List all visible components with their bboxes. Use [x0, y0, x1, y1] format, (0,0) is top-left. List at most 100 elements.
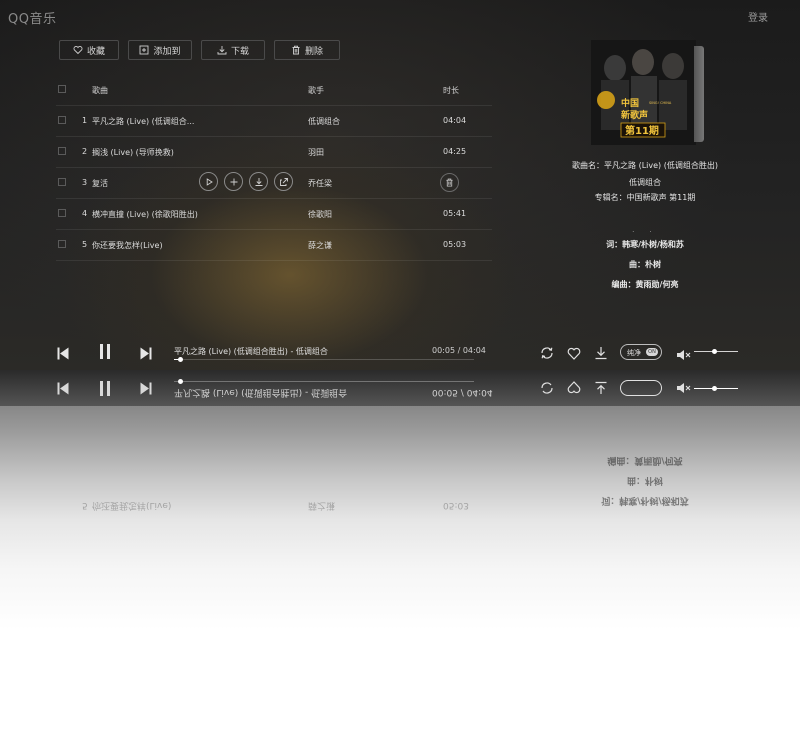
share-icon: [279, 177, 288, 186]
trash-icon: [292, 45, 300, 55]
header-singer: 歌手: [308, 86, 324, 95]
row-checkbox[interactable]: [58, 147, 66, 155]
plus-icon: [230, 178, 237, 185]
window-reflection: 平凡之路 (Live) (低调组合胜出) - 低调组合 00:05 / 04:0…: [0, 370, 800, 742]
reflection-now-playing: 平凡之路 (Live) (低调组合胜出) - 低调组合: [174, 387, 348, 397]
reflection-row-song: 你还要我怎样(Live): [92, 500, 172, 510]
row-singer[interactable]: 薛之谦: [308, 240, 332, 251]
pause-button[interactable]: [99, 344, 111, 363]
row-song-title[interactable]: 复活: [92, 178, 108, 189]
row-singer[interactable]: 乔任梁: [308, 178, 332, 189]
favorite-button[interactable]: 收藏: [59, 40, 119, 60]
row-song-title[interactable]: 搁浅 (Live) (导师挽救): [92, 147, 174, 158]
skip-back-icon: [57, 347, 69, 360]
reflection-lyricist: 词：韩寒/朴树/杨和苏: [601, 495, 689, 505]
row-index: 5: [82, 240, 88, 249]
cover-small-text: SING! CHINA: [649, 101, 672, 105]
header-duration: 时长: [443, 86, 459, 95]
row-song-title[interactable]: 平凡之路 (Live) (低调组合...: [92, 116, 194, 127]
add-box-icon: [140, 45, 149, 55]
reflection-download-icon: [595, 381, 607, 394]
row-checkbox[interactable]: [58, 209, 66, 217]
progress-track[interactable]: [174, 359, 474, 360]
row-download-button[interactable]: [249, 172, 268, 191]
arranger-credit: 编曲：黄雨勋/何亮: [611, 280, 679, 289]
download-button[interactable]: 下载: [201, 40, 265, 60]
reflection-pure-toggle: [620, 380, 662, 396]
row-duration: 04:04: [443, 116, 467, 125]
favorite-button-label: 收藏: [86, 46, 105, 57]
song-row[interactable]: 2 搁浅 (Live) (导师挽救) 羽田 04:25: [56, 137, 492, 168]
download-icon: [595, 347, 607, 360]
reflection-arranger: 编曲：黄雨勋/何亮: [607, 455, 683, 465]
download-button-label: 下载: [230, 46, 249, 57]
reflection-prev-icon: [57, 382, 69, 395]
album-cover: 中国 SING! CHINA 新歌声 第11期: [591, 40, 696, 145]
row-duration: 04:25: [443, 147, 467, 156]
song-row[interactable]: 4 横冲直撞 (Live) (徐歌阳胜出) 徐歌阳 05:41: [56, 199, 492, 230]
mute-button[interactable]: [676, 346, 691, 365]
reflection-volume-handle: [712, 386, 717, 391]
row-index: 1: [82, 116, 88, 125]
login-link[interactable]: 登录: [748, 9, 768, 24]
reflection-row-singer: 薛之谦: [308, 500, 336, 510]
skip-forward-icon: [140, 347, 152, 360]
song-toolbar: 收藏 添加到 下载 删除: [59, 40, 340, 60]
song-row-hovered[interactable]: 3 复活 乔任梁: [56, 168, 492, 199]
row-delete-button[interactable]: [440, 173, 459, 192]
info-artist[interactable]: 低调组合: [560, 177, 730, 188]
row-singer[interactable]: 徐歌阳: [308, 209, 332, 220]
row-checkbox[interactable]: [58, 178, 66, 186]
row-checkbox[interactable]: [58, 240, 66, 248]
row-share-button[interactable]: [274, 172, 293, 191]
progress-handle[interactable]: [178, 357, 183, 362]
info-album-name[interactable]: 专辑名：中国新歌声 第11期: [560, 192, 730, 203]
row-checkbox[interactable]: [58, 116, 66, 124]
song-row[interactable]: 1 平凡之路 (Live) (低调组合... 低调组合 04:04: [56, 106, 492, 137]
reflection-time: 00:05 / 04:04: [432, 387, 493, 397]
cover-title-line2: 新歌声: [621, 109, 648, 121]
player-window: QQ音乐 登录 收藏 添加到 下载 删除 歌曲 歌手 时长 1 平凡之路 (Li…: [0, 0, 800, 370]
row-singer[interactable]: 低调组合: [308, 116, 340, 127]
row-song-title[interactable]: 你还要我怎样(Live): [92, 240, 163, 251]
pure-mode-switch: ON: [646, 348, 658, 356]
delete-button[interactable]: 删除: [274, 40, 340, 60]
song-list-header: 歌曲 歌手 时长: [56, 75, 492, 106]
volume-handle[interactable]: [712, 349, 717, 354]
next-track-button[interactable]: [140, 345, 152, 364]
row-singer[interactable]: 羽田: [308, 147, 324, 158]
row-index: 3: [82, 178, 88, 187]
row-index: 2: [82, 147, 88, 156]
add-to-button-label: 添加到: [153, 46, 181, 57]
select-all-checkbox[interactable]: [58, 85, 66, 93]
row-duration: 05:41: [443, 209, 467, 218]
song-row[interactable]: 5 你还要我怎样(Live) 薛之谦 05:03: [56, 230, 492, 261]
prev-track-button[interactable]: [57, 345, 69, 364]
reflection-progress-handle: [178, 379, 183, 384]
download-icon: [217, 46, 227, 55]
row-action-buttons: [199, 172, 293, 191]
info-song-name: 歌曲名：平凡之路 (Live) (低调组合胜出): [572, 161, 718, 170]
row-duration: 05:03: [443, 240, 467, 249]
row-song-title[interactable]: 横冲直撞 (Live) (徐歌阳胜出): [92, 209, 198, 220]
header-song: 歌曲: [92, 86, 108, 95]
download-icon: [255, 177, 262, 186]
row-add-button[interactable]: [224, 172, 243, 191]
pure-mode-toggle[interactable]: 纯净 ON: [620, 344, 662, 360]
reflection-volume-icon: [677, 383, 691, 393]
play-icon: [206, 177, 213, 186]
add-to-button[interactable]: 添加到: [128, 40, 192, 60]
row-play-button[interactable]: [199, 172, 218, 191]
volume-muted-icon: [677, 350, 691, 360]
cover-episode: 第11期: [625, 124, 659, 137]
composer-credit: 曲：朴树: [629, 260, 661, 269]
reflection-pause-icon: [100, 381, 110, 396]
player-download-button[interactable]: [594, 345, 608, 364]
like-button[interactable]: [567, 345, 581, 364]
reflection-row-duration: 05:03: [443, 500, 469, 510]
heart-icon: [567, 347, 581, 360]
delete-button-label: 删除: [304, 46, 323, 57]
row-index: 4: [82, 209, 88, 218]
repeat-mode-button[interactable]: [540, 345, 554, 364]
vinyl-record-edge: [694, 46, 704, 142]
